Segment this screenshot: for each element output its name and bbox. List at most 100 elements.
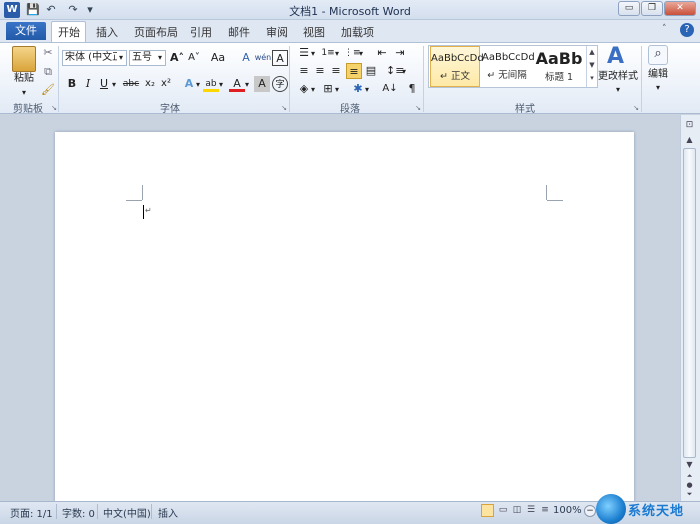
- align-right-icon[interactable]: ≡: [328, 63, 344, 79]
- tab-review[interactable]: 审阅: [266, 24, 288, 40]
- text-effects-icon[interactable]: A: [181, 76, 197, 92]
- borders-icon[interactable]: ⊞: [320, 81, 336, 97]
- crop-mark-top-left: [126, 200, 142, 201]
- print-layout-view-icon[interactable]: [481, 504, 494, 517]
- italic-button[interactable]: I: [80, 76, 96, 92]
- highlight-dropdown-icon[interactable]: ▾: [219, 80, 223, 89]
- bullets-icon[interactable]: ☰: [296, 45, 312, 61]
- increase-indent-icon[interactable]: ⇥: [392, 45, 408, 61]
- tab-file[interactable]: 文件: [6, 22, 46, 40]
- status-separator: [56, 504, 57, 519]
- change-case-icon[interactable]: Aa: [208, 50, 228, 66]
- styles-scroll-controls[interactable]: ▲ ▼ ▾: [586, 46, 597, 87]
- scrollbar-thumb[interactable]: [683, 148, 696, 458]
- bullets-dropdown-icon[interactable]: ▾: [311, 49, 315, 58]
- line-spacing-icon[interactable]: ↕≡: [386, 63, 404, 79]
- outline-view-icon[interactable]: ☰: [525, 505, 537, 517]
- draft-view-icon[interactable]: ≡: [539, 505, 551, 517]
- tab-references[interactable]: 引用: [190, 24, 212, 40]
- underline-dropdown-icon[interactable]: ▾: [112, 80, 116, 89]
- underline-button[interactable]: U: [96, 76, 112, 92]
- align-center-icon[interactable]: ≡: [312, 63, 328, 79]
- paste-button-label[interactable]: 粘贴: [10, 72, 38, 86]
- line-spacing-dropdown-icon[interactable]: ▾: [402, 67, 406, 76]
- subscript-button[interactable]: x₂: [142, 76, 158, 92]
- restore-button[interactable]: ❐: [641, 1, 663, 16]
- tab-view[interactable]: 视图: [303, 24, 325, 40]
- ruler-toggle-icon[interactable]: ⊡: [683, 120, 696, 132]
- next-page-icon[interactable]: ⏷: [683, 490, 696, 499]
- decrease-indent-icon[interactable]: ⇤: [374, 45, 390, 61]
- font-color-icon[interactable]: A: [229, 76, 245, 92]
- numbering-dropdown-icon[interactable]: ▾: [335, 49, 339, 58]
- zoom-level[interactable]: 100%: [553, 505, 582, 516]
- style-sample: AaBb: [535, 49, 583, 68]
- font-size-arrow-icon[interactable]: ▾: [158, 53, 162, 62]
- paste-icon[interactable]: [12, 46, 36, 72]
- font-color-dropdown-icon[interactable]: ▾: [245, 80, 249, 89]
- full-screen-reading-icon[interactable]: ▭: [497, 505, 509, 517]
- cut-icon[interactable]: ✂: [40, 45, 56, 61]
- shrink-font-icon[interactable]: A˅: [186, 50, 202, 66]
- font-name-dropdown[interactable]: 宋体 (中文正文): [62, 50, 127, 66]
- distributed-icon[interactable]: ▤: [363, 63, 379, 79]
- browse-object-icon[interactable]: ●: [683, 481, 696, 490]
- phonetic-guide-icon[interactable]: wén: [254, 50, 272, 66]
- numbering-icon[interactable]: 1≡: [320, 45, 336, 61]
- text-effects-dropdown-icon[interactable]: ▾: [196, 80, 200, 89]
- clipboard-launcher-icon[interactable]: ↘: [46, 100, 62, 116]
- status-word-count[interactable]: 字数: 0: [62, 505, 95, 520]
- collapse-ribbon-icon[interactable]: ˄: [662, 24, 674, 36]
- show-marks-icon[interactable]: ¶: [404, 81, 420, 97]
- bold-button[interactable]: B: [64, 76, 80, 92]
- copy-icon[interactable]: ⧉: [40, 64, 56, 80]
- close-button[interactable]: ✕: [664, 1, 696, 16]
- style-heading-1[interactable]: AaBb 标题 1: [534, 46, 584, 87]
- change-styles-icon[interactable]: A: [607, 44, 624, 69]
- group-separator: [58, 46, 59, 112]
- highlight-color-icon[interactable]: ab: [203, 76, 219, 92]
- clear-format-icon[interactable]: A: [238, 50, 254, 66]
- help-icon[interactable]: ?: [680, 23, 694, 37]
- tab-page-layout[interactable]: 页面布局: [134, 24, 178, 40]
- shading-dropdown-icon[interactable]: ▾: [311, 85, 315, 94]
- change-styles-dropdown-icon[interactable]: ▾: [614, 83, 622, 97]
- scroll-down-icon[interactable]: ▼: [683, 460, 696, 471]
- sort-icon[interactable]: A↓: [382, 81, 398, 97]
- chinese-layout-dropdown-icon[interactable]: ▾: [365, 85, 369, 94]
- tab-home[interactable]: 开始: [58, 24, 80, 40]
- zoom-out-button[interactable]: −: [584, 505, 596, 517]
- editing-button-label[interactable]: 编辑: [644, 68, 672, 82]
- tab-mailings[interactable]: 邮件: [228, 24, 250, 40]
- style-normal[interactable]: AaBbCcDd ↵ 正文: [430, 46, 484, 87]
- chinese-layout-icon[interactable]: ✱: [350, 81, 366, 97]
- font-name-arrow-icon[interactable]: ▾: [119, 53, 123, 62]
- character-border-icon[interactable]: A: [272, 50, 288, 66]
- enclose-characters-icon[interactable]: 字: [272, 76, 288, 92]
- status-page-count[interactable]: 页面: 1/1: [10, 505, 53, 520]
- justify-icon[interactable]: ≡: [346, 63, 362, 79]
- grow-font-icon[interactable]: A˄: [169, 50, 185, 66]
- status-language[interactable]: 中文(中国): [103, 505, 151, 520]
- previous-page-icon[interactable]: ⏶: [683, 472, 696, 481]
- editing-dropdown-icon[interactable]: ▾: [654, 81, 662, 95]
- scroll-up-icon[interactable]: ▲: [683, 135, 696, 146]
- paste-dropdown-icon[interactable]: ▾: [20, 86, 28, 100]
- format-painter-icon[interactable]: 🖌: [40, 82, 56, 98]
- character-shading-icon[interactable]: A: [254, 76, 270, 92]
- multilevel-list-icon[interactable]: ⋮≡: [344, 45, 361, 61]
- web-layout-icon[interactable]: ◫: [511, 505, 523, 517]
- style-no-spacing[interactable]: AaBbCcDd ↵ 无间隔: [482, 46, 535, 87]
- status-insert-mode[interactable]: 插入: [158, 505, 178, 520]
- strikethrough-button[interactable]: abc: [122, 76, 140, 92]
- tab-add-ins[interactable]: 加载项: [341, 24, 374, 40]
- minimize-button[interactable]: ▭: [618, 1, 640, 16]
- align-left-icon[interactable]: ≡: [296, 63, 312, 79]
- superscript-button[interactable]: x²: [158, 76, 174, 92]
- shading-icon[interactable]: ◈: [296, 81, 312, 97]
- multilevel-dropdown-icon[interactable]: ▾: [359, 49, 363, 58]
- change-styles-button[interactable]: 更改样式: [598, 70, 638, 84]
- borders-dropdown-icon[interactable]: ▾: [335, 85, 339, 94]
- tab-insert[interactable]: 插入: [96, 24, 118, 40]
- find-binoculars-icon[interactable]: ⌕: [648, 45, 668, 65]
